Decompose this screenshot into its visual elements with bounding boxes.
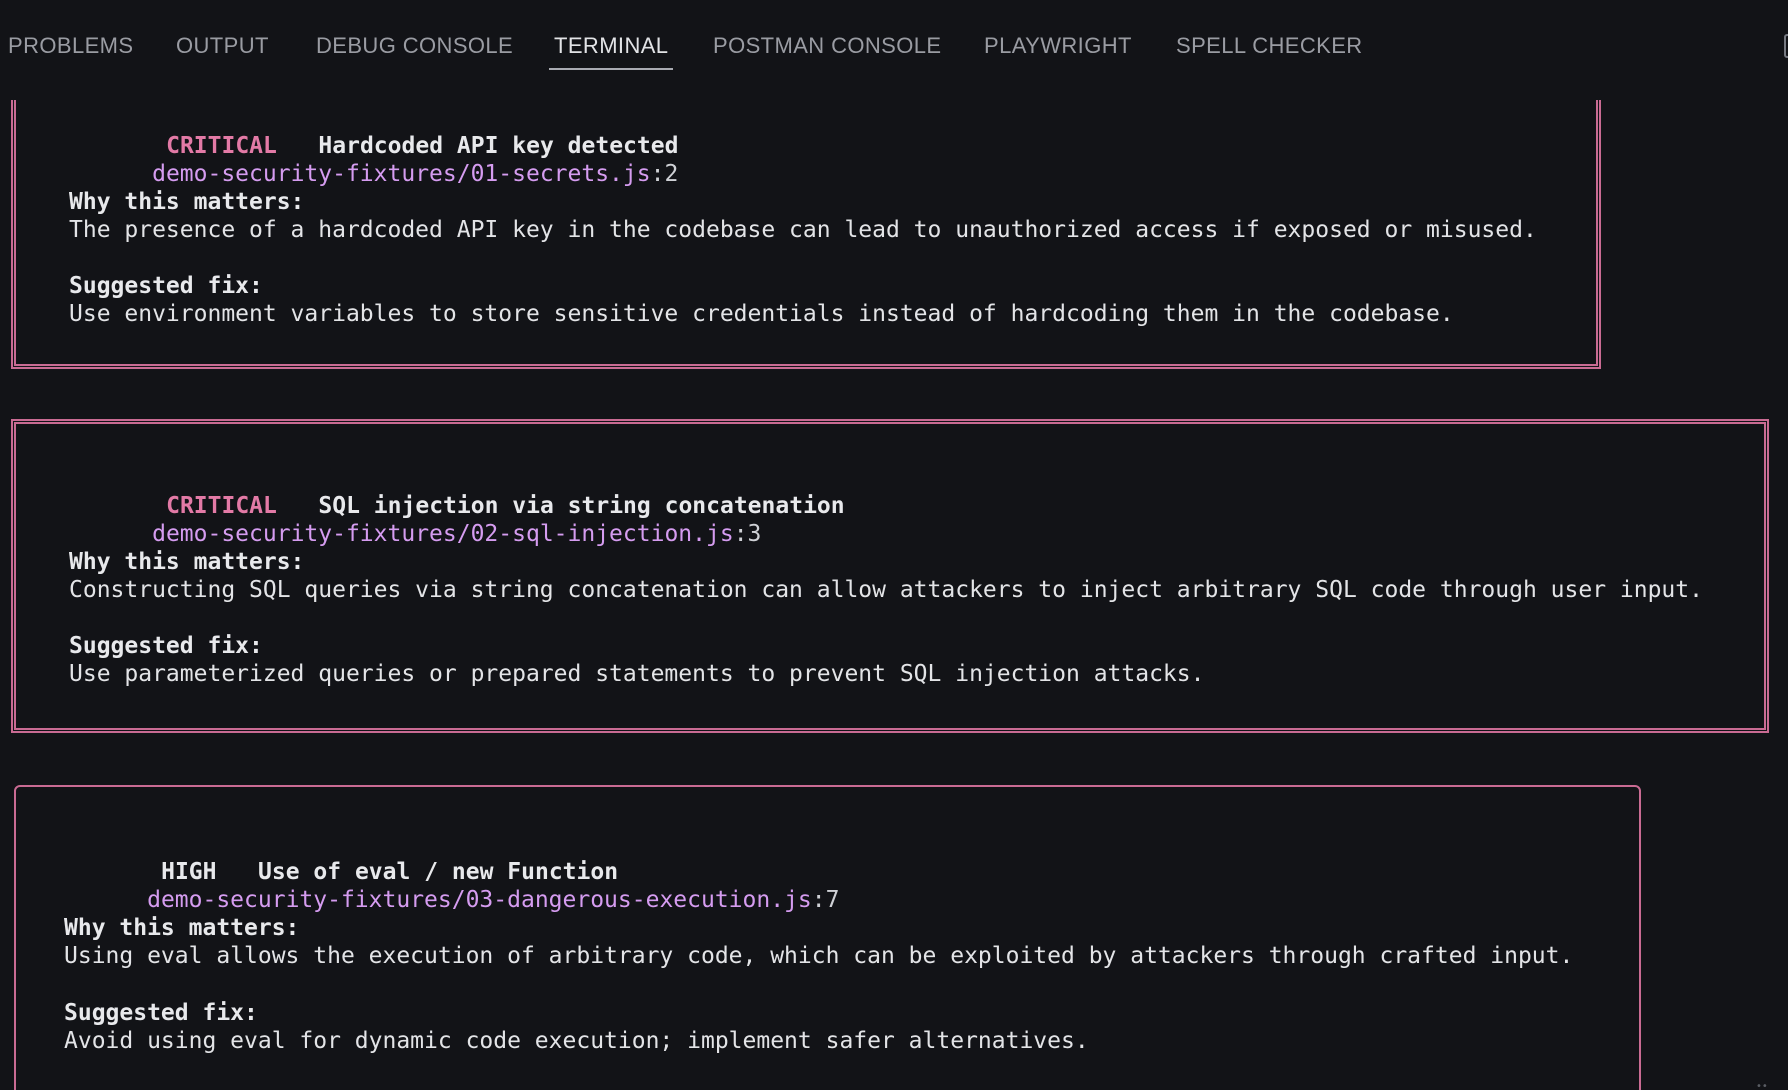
why-text: The presence of a hardcoded API key in t…	[69, 217, 1537, 243]
tab-spell-checker[interactable]: SPELL CHECKER	[1176, 30, 1363, 68]
resize-handle-icon[interactable]: ••	[1756, 1082, 1770, 1090]
finding-header: CRITICAL SQL injection via string concat…	[83, 464, 845, 519]
finding-box: CRITICAL SQL injection via string concat…	[11, 419, 1769, 733]
finding-box: CRITICAL Hardcoded API key detected demo…	[11, 100, 1601, 369]
why-text: Constructing SQL queries via string conc…	[69, 577, 1703, 603]
why-text: Using eval allows the execution of arbit…	[64, 943, 1574, 969]
fix-text: Use parameterized queries or prepared st…	[69, 661, 1205, 687]
file-path-link[interactable]: demo-security-fixtures/02-sql-injection.…	[152, 521, 734, 547]
line-number: :3	[733, 521, 762, 547]
tab-debug-console[interactable]: DEBUG CONSOLE	[316, 30, 513, 68]
tab-problems[interactable]: PROBLEMS	[8, 30, 133, 68]
finding-header: HIGH Use of eval / new Function	[78, 830, 618, 885]
finding-location: demo-security-fixtures/03-dangerous-exec…	[64, 858, 839, 913]
finding-location: demo-security-fixtures/02-sql-injection.…	[69, 492, 761, 547]
tab-output[interactable]: OUTPUT	[176, 30, 269, 68]
line-number: :2	[650, 161, 679, 187]
fix-heading: Suggested fix:	[69, 273, 263, 299]
file-path-link[interactable]: demo-security-fixtures/03-dangerous-exec…	[147, 887, 812, 913]
tab-postman-console[interactable]: POSTMAN CONSOLE	[713, 30, 941, 68]
panel-tab-bar: PROBLEMS OUTPUT DEBUG CONSOLE TERMINAL P…	[0, 0, 1788, 100]
fix-heading: Suggested fix:	[69, 633, 263, 659]
terminal-output[interactable]: CRITICAL Hardcoded API key detected demo…	[0, 100, 1788, 1090]
why-heading: Why this matters:	[64, 915, 300, 941]
tab-terminal[interactable]: TERMINAL	[549, 30, 674, 70]
finding-location: demo-security-fixtures/01-secrets.js:2	[69, 132, 678, 187]
tab-playwright[interactable]: PLAYWRIGHT	[984, 30, 1132, 68]
panel-layout-icon[interactable]	[1784, 34, 1788, 58]
file-path-link[interactable]: demo-security-fixtures/01-secrets.js	[152, 161, 651, 187]
fix-text: Avoid using eval for dynamic code execut…	[64, 1028, 1089, 1054]
finding-header: CRITICAL Hardcoded API key detected	[83, 104, 678, 159]
finding-box: HIGH Use of eval / new Function demo-sec…	[14, 785, 1641, 1090]
fix-heading: Suggested fix:	[64, 1000, 258, 1026]
fix-text: Use environment variables to store sensi…	[69, 301, 1454, 327]
why-heading: Why this matters:	[69, 189, 305, 215]
line-number: :7	[811, 887, 840, 913]
why-heading: Why this matters:	[69, 549, 305, 575]
